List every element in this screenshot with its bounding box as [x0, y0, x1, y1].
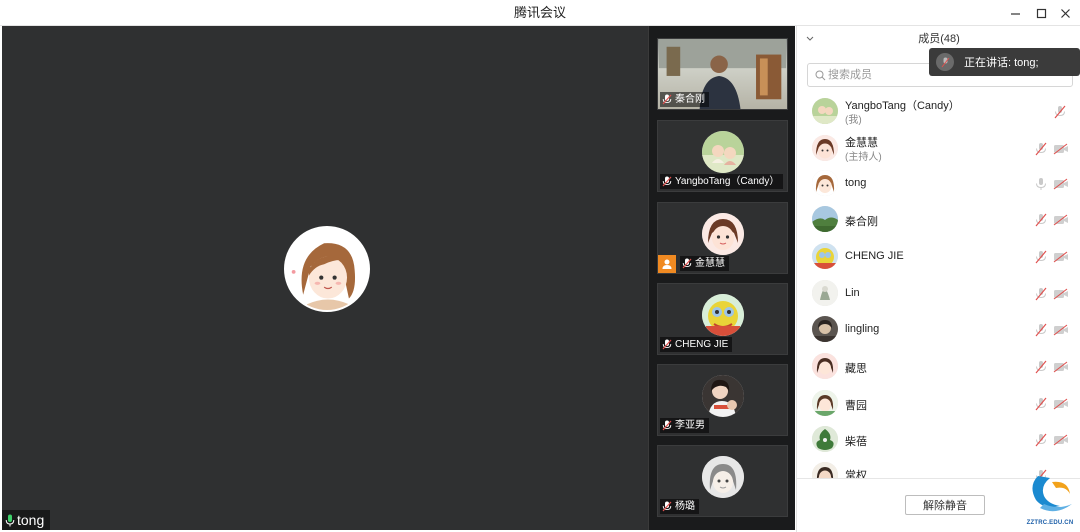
member-name: tong — [845, 177, 867, 189]
member-role: (我) — [845, 115, 862, 126]
mic-muted-icon — [662, 94, 672, 105]
thumbnail-label: 李亚男 — [660, 418, 709, 433]
active-speaker-label: tong — [2, 510, 51, 530]
mic-muted-icon — [662, 339, 672, 350]
thumbnail-tile[interactable]: CHENG JIE — [657, 283, 788, 355]
camera-off-icon[interactable] — [1053, 398, 1069, 410]
member-avatar — [812, 170, 838, 196]
member-row[interactable]: YangboTang（Candy） (我) — [797, 94, 1080, 130]
thumbnail-label: 秦合刚 — [660, 92, 709, 107]
member-avatar — [812, 206, 838, 232]
member-row[interactable]: 秦合刚 — [797, 202, 1080, 238]
member-row[interactable]: tong — [797, 166, 1080, 202]
member-name: Lin — [845, 287, 860, 299]
camera-off-icon[interactable] — [1053, 143, 1069, 155]
camera-off-icon[interactable] — [1053, 288, 1069, 300]
member-name: YangboTang（Candy） — [845, 100, 960, 112]
participant-avatar — [702, 375, 744, 417]
member-row[interactable]: 柴蓓 — [797, 422, 1080, 458]
member-avatar — [812, 426, 838, 452]
close-icon[interactable] — [1050, 0, 1080, 26]
mic-muted-icon — [682, 258, 692, 269]
thumbnail-label: 金慧慧 — [680, 256, 729, 271]
member-row[interactable]: Lin — [797, 276, 1080, 312]
host-badge-icon — [658, 255, 676, 273]
mic-muted-icon[interactable] — [1034, 250, 1048, 264]
thumbnail-tile[interactable]: 金慧慧 — [657, 202, 788, 274]
member-name: 秦合刚 — [845, 216, 878, 228]
school-logo-watermark: ZZTRC.EDU.CN — [1022, 470, 1078, 528]
member-avatar — [812, 98, 838, 124]
participant-avatar — [702, 294, 744, 336]
thumbnail-tile[interactable]: 秦合刚 — [657, 38, 788, 110]
active-speaker-name: tong — [17, 512, 45, 528]
member-name: 曹园 — [845, 400, 867, 412]
speaking-indicator-toast: 正在讲话: tong; — [929, 48, 1080, 76]
mic-muted-icon[interactable] — [1034, 360, 1048, 374]
mic-muted-icon[interactable] — [1034, 287, 1048, 301]
thumbnail-tile[interactable]: 李亚男 — [657, 364, 788, 436]
mic-muted-icon[interactable] — [1034, 397, 1048, 411]
member-row[interactable]: 金慧慧 (主持人) — [797, 131, 1080, 167]
thumbnail-label: CHENG JIE — [660, 337, 733, 352]
mic-muted-icon[interactable] — [1034, 433, 1048, 447]
main-video-stage[interactable]: tong — [2, 26, 648, 530]
camera-off-icon[interactable] — [1053, 434, 1069, 446]
speaker-avatar — [284, 226, 370, 312]
members-panel: 成员(48) YangboTang（Candy） (我) 金慧慧 (主持人) — [796, 26, 1080, 532]
member-avatar — [812, 135, 838, 161]
camera-off-icon[interactable] — [1053, 214, 1069, 226]
member-row[interactable]: CHENG JIE — [797, 239, 1080, 275]
camera-off-icon[interactable] — [1053, 178, 1069, 190]
mic-icon — [5, 514, 15, 526]
member-row[interactable]: lingling — [797, 312, 1080, 348]
watermark-text: ZZTRC.EDU.CN — [1026, 520, 1074, 526]
title-bar: 腾讯会议 — [0, 0, 1080, 26]
speaking-text: 正在讲话: tong; — [964, 57, 1039, 69]
search-icon — [815, 70, 826, 81]
mic-muted-icon — [662, 176, 672, 187]
member-row[interactable]: 藏思 — [797, 349, 1080, 385]
member-avatar — [812, 390, 838, 416]
camera-off-icon[interactable] — [1053, 361, 1069, 373]
participant-avatar — [702, 456, 744, 498]
thumbnail-label: 杨璐 — [660, 499, 699, 514]
video-thumbnail-strip[interactable]: 秦合刚 YangboTang（Candy） 金慧慧 CHENG JIE 李亚男 … — [648, 26, 795, 530]
thumbnail-tile[interactable]: 杨璐 — [657, 445, 788, 517]
member-name: lingling — [845, 323, 880, 335]
thumbnail-label: YangboTang（Candy） — [660, 174, 784, 189]
member-name: 藏思 — [845, 363, 867, 375]
member-name: 柴蓓 — [845, 436, 867, 448]
camera-off-icon[interactable] — [1053, 324, 1069, 336]
participant-avatar — [702, 131, 744, 173]
speaker-mic-icon — [936, 53, 954, 71]
participant-avatar — [702, 213, 744, 255]
mic-muted-icon — [662, 420, 672, 431]
member-row[interactable]: 曹园 — [797, 386, 1080, 422]
window-title: 腾讯会议 — [513, 5, 566, 20]
unmute-all-button[interactable]: 解除静音 — [905, 495, 985, 515]
thumbnail-tile[interactable]: YangboTang（Candy） — [657, 120, 788, 192]
mic-muted-icon[interactable] — [1034, 323, 1048, 337]
member-avatar — [812, 353, 838, 379]
member-avatar — [812, 243, 838, 269]
camera-off-icon[interactable] — [1053, 251, 1069, 263]
mic-muted-icon[interactable] — [1053, 105, 1067, 119]
mic-muted-icon[interactable] — [1034, 142, 1048, 156]
member-name: CHENG JIE — [845, 250, 904, 262]
mic-muted-icon[interactable] — [1034, 213, 1048, 227]
mic-active-icon[interactable] — [1034, 177, 1048, 191]
mic-muted-icon — [662, 501, 672, 512]
member-avatar — [812, 280, 838, 306]
member-avatar — [812, 316, 838, 342]
member-role: (主持人) — [845, 152, 882, 163]
